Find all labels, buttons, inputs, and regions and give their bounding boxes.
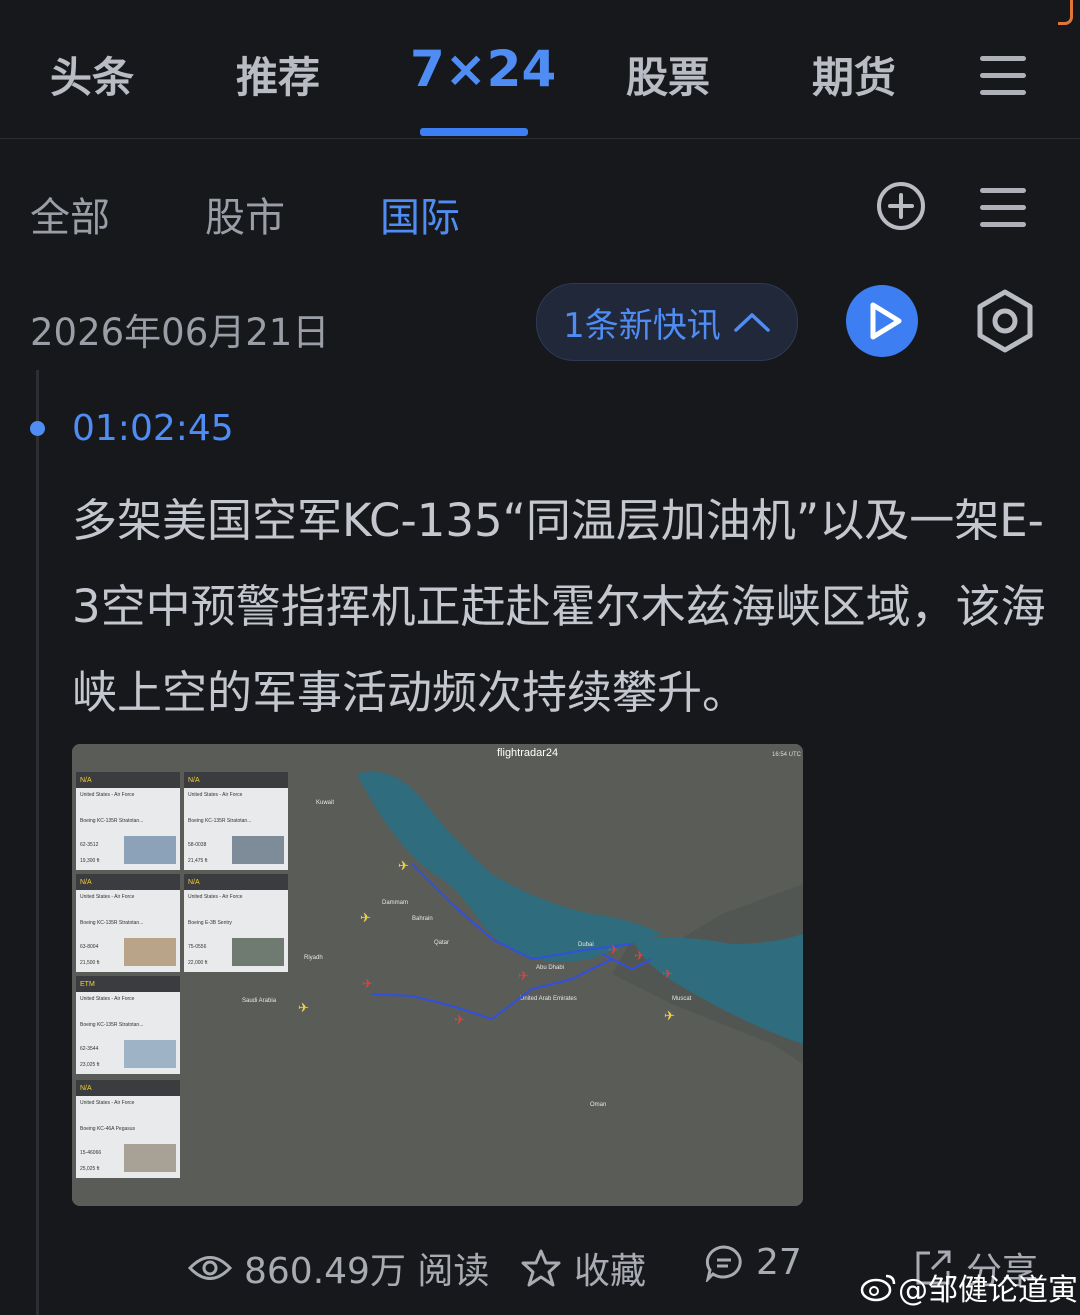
svg-text:23,025 ft: 23,025 ft: [80, 1062, 100, 1068]
place-label: Saudi Arabia: [242, 998, 277, 1004]
flight-card: N/A United States - Air Force Boeing KC-…: [76, 772, 180, 870]
tab-futures[interactable]: 期货: [812, 44, 896, 105]
subtab-all[interactable]: 全部: [30, 185, 110, 243]
watermark-label: @邹健论道寅: [898, 1273, 1078, 1308]
flight-card: N/A United States - Air Force Boeing E-3…: [184, 874, 288, 972]
svg-text:62-3512: 62-3512: [80, 842, 99, 848]
aircraft-icon: ✈: [608, 943, 619, 958]
flight-map: flightradar24 16:54 UTC Kuwait Dammam Ba…: [72, 744, 803, 1206]
play-button[interactable]: [846, 285, 918, 357]
svg-text:Boeing KC-135R Stratotan...: Boeing KC-135R Stratotan...: [188, 818, 251, 824]
place-label: Bahrain: [412, 916, 433, 922]
timeline-line: [36, 370, 39, 1315]
aircraft-icon: ✈: [518, 969, 529, 984]
weibo-watermark: @邹健论道寅: [860, 1265, 1078, 1309]
svg-text:Boeing KC-46A Pegasus: Boeing KC-46A Pegasus: [80, 1126, 136, 1132]
svg-text:58-0038: 58-0038: [188, 842, 207, 848]
subtab-international[interactable]: 国际: [380, 185, 460, 243]
aircraft-icon: ✈: [360, 911, 371, 926]
svg-text:Boeing KC-135R Stratotan...: Boeing KC-135R Stratotan...: [80, 818, 143, 824]
map-clock: 16:54 UTC: [772, 752, 802, 758]
place-label: Dubai: [578, 942, 594, 948]
svg-text:N/A: N/A: [188, 777, 200, 784]
svg-text:United States - Air Force: United States - Air Force: [80, 996, 135, 1002]
svg-text:21,475 ft: 21,475 ft: [188, 858, 208, 864]
status-indicator-icon: [1058, 0, 1073, 25]
svg-text:Boeing KC-135R Stratotan...: Boeing KC-135R Stratotan...: [80, 920, 143, 926]
flight-card: N/A United States - Air Force Boeing KC-…: [76, 1080, 180, 1178]
aircraft-icon: ✈: [664, 1009, 675, 1024]
svg-text:63-8004: 63-8004: [80, 944, 99, 950]
tab-7x24[interactable]: 7×24: [410, 40, 556, 98]
place-label: Qatar: [434, 940, 449, 946]
comment-icon: [705, 1244, 742, 1282]
flight-card: N/A United States - Air Force Boeing KC-…: [76, 874, 180, 972]
svg-text:Boeing KC-135R Stratotan...: Boeing KC-135R Stratotan...: [80, 1022, 143, 1028]
svg-text:19,300 ft: 19,300 ft: [80, 858, 100, 864]
svg-text:United States - Air Force: United States - Air Force: [80, 1100, 135, 1106]
aircraft-icon: ✈: [298, 1001, 309, 1016]
place-label: Dammam: [382, 900, 408, 906]
tab-recommend[interactable]: 推荐: [236, 44, 320, 105]
date-label: 2026年06月21日: [30, 311, 330, 354]
flight-card: ETM United States - Air Force Boeing KC-…: [76, 976, 180, 1074]
read-count: 860.49万 阅读: [188, 1242, 489, 1294]
place-label: Riyadh: [304, 955, 323, 961]
tab-stocks[interactable]: 股票: [626, 44, 710, 105]
subtab-stock-market[interactable]: 股市: [205, 185, 285, 243]
news-image-map[interactable]: flightradar24 16:54 UTC Kuwait Dammam Ba…: [72, 744, 803, 1206]
weibo-logo-icon: [860, 1274, 896, 1302]
svg-text:Boeing E-3B Sentry: Boeing E-3B Sentry: [188, 920, 232, 926]
svg-text:62-3544: 62-3544: [80, 1046, 99, 1052]
place-label: United Arab Emirates: [520, 996, 577, 1002]
new-flash-button[interactable]: 1条新快讯: [536, 283, 798, 361]
eye-icon: [188, 1256, 232, 1280]
aircraft-icon: ✈: [362, 977, 373, 992]
tab-headlines[interactable]: 头条: [50, 44, 134, 105]
place-label: Oman: [590, 1102, 606, 1108]
svg-text:N/A: N/A: [80, 777, 92, 784]
news-time: 01:02:45: [72, 408, 234, 449]
channel-menu-icon[interactable]: [980, 188, 1026, 228]
svg-text:21,500 ft: 21,500 ft: [80, 960, 100, 966]
timeline-dot: [30, 421, 45, 436]
active-tab-indicator: [420, 128, 528, 136]
svg-text:25,025 ft: 25,025 ft: [80, 1166, 100, 1172]
svg-text:ETM: ETM: [80, 981, 95, 988]
chevron-up-icon: [734, 313, 770, 332]
aircraft-icon: ✈: [454, 1013, 465, 1028]
svg-text:N/A: N/A: [80, 1085, 92, 1092]
svg-text:United States - Air Force: United States - Air Force: [188, 894, 243, 900]
top-nav: 头条 推荐 7×24 股票 期货: [0, 0, 1080, 139]
svg-text:15-46066: 15-46066: [80, 1150, 101, 1156]
news-text[interactable]: 多架美国空军KC-135“同温层加油机”以及一架E-3空中预警指挥机正赶赴霍尔木…: [72, 478, 1057, 736]
comment-button[interactable]: 27: [704, 1242, 802, 1283]
star-icon: [521, 1249, 561, 1287]
svg-text:N/A: N/A: [80, 879, 92, 886]
svg-text:United States - Air Force: United States - Air Force: [188, 792, 243, 798]
settings-hex-icon[interactable]: [972, 288, 1038, 354]
favorite-button[interactable]: 收藏: [520, 1242, 646, 1294]
aircraft-icon: ✈: [634, 949, 645, 964]
aircraft-icon: ✈: [662, 967, 673, 982]
svg-text:22,000 ft: 22,000 ft: [188, 960, 208, 966]
svg-text:United States - Air Force: United States - Air Force: [80, 894, 135, 900]
new-flash-label: 1条新快讯: [563, 305, 721, 346]
menu-icon[interactable]: [980, 56, 1026, 96]
svg-text:United States - Air Force: United States - Air Force: [80, 792, 135, 798]
flight-card: N/A United States - Air Force Boeing KC-…: [184, 772, 288, 870]
place-label: Muscat: [672, 996, 692, 1002]
favorite-label: 收藏: [574, 1251, 647, 1292]
svg-text:75-0556: 75-0556: [188, 944, 207, 950]
comment-count: 27: [756, 1242, 802, 1283]
read-count-label: 860.49万 阅读: [244, 1251, 490, 1292]
play-icon: [870, 302, 902, 340]
place-label: Kuwait: [316, 800, 334, 806]
aircraft-icon: ✈: [398, 859, 409, 874]
svg-text:N/A: N/A: [188, 879, 200, 886]
place-label: Abu Dhabi: [536, 965, 564, 971]
add-channel-icon[interactable]: [876, 181, 926, 231]
map-brand: flightradar24: [497, 747, 558, 759]
